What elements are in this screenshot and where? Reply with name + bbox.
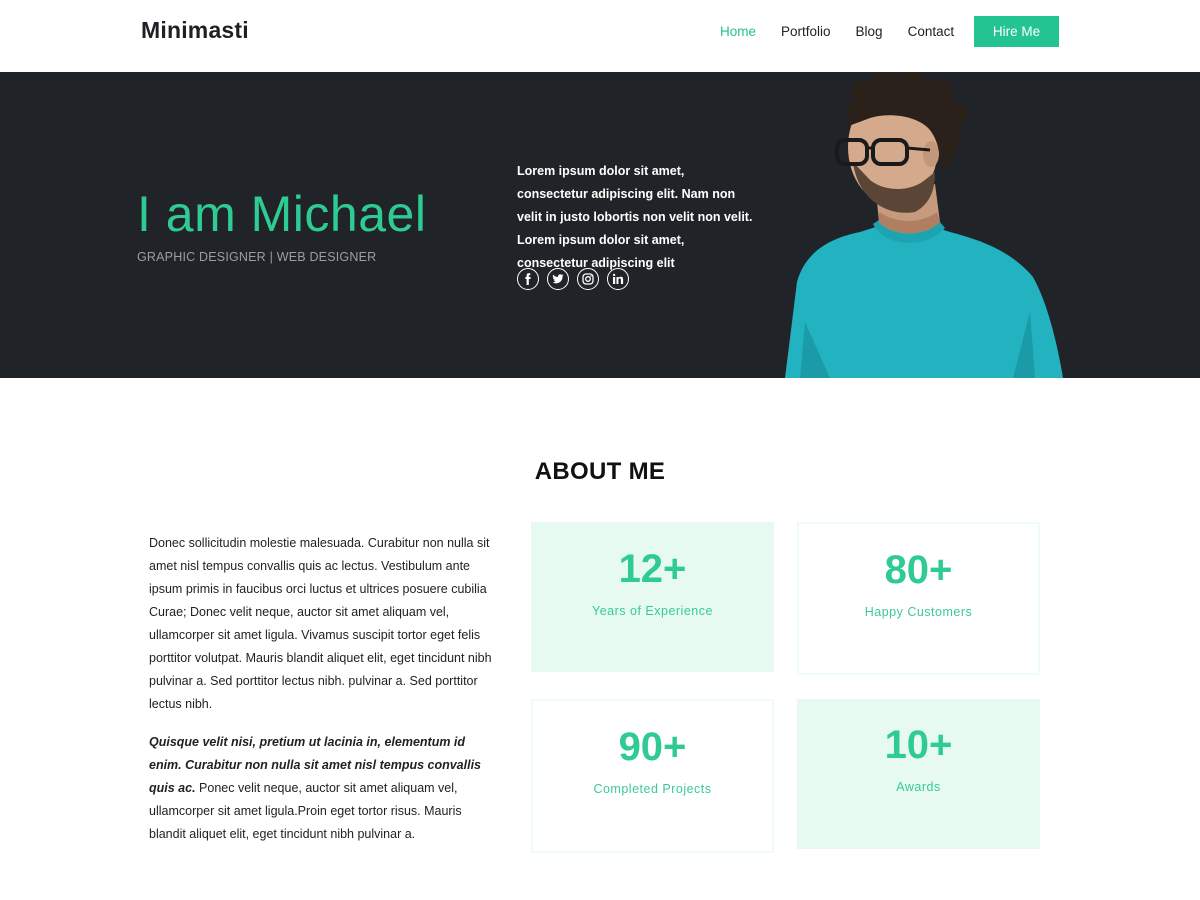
site-header: Minimasti Home Portfolio Blog Contact Hi… (0, 0, 1200, 72)
social-links (517, 268, 637, 290)
stat-card-awards: 10+ Awards (797, 699, 1040, 849)
nav-portfolio-link[interactable]: Portfolio (781, 23, 831, 41)
about-title: ABOUT ME (534, 458, 666, 485)
stat-value: 80+ (884, 548, 953, 592)
stat-value: 10+ (884, 723, 953, 767)
stat-value: 12+ (618, 547, 687, 591)
stat-label: Completed Projects (593, 782, 712, 796)
nav-home-link[interactable]: Home (720, 23, 756, 41)
hire-me-button[interactable]: Hire Me (974, 16, 1059, 47)
nav-blog-link[interactable]: Blog (856, 23, 883, 41)
main-nav: Home Portfolio Blog Contact (720, 23, 979, 41)
facebook-icon[interactable] (517, 268, 539, 290)
hero-description: Lorem ipsum dolor sit amet, consectetur … (517, 164, 753, 270)
instagram-icon[interactable] (577, 268, 599, 290)
stat-label: Happy Customers (864, 605, 973, 619)
about-paragraph-1: Donec sollicitudin molestie malesuada. C… (149, 536, 492, 711)
stat-value: 90+ (618, 725, 687, 769)
stat-label: Years of Experience (592, 604, 713, 618)
portrait-image (785, 72, 1063, 378)
twitter-icon[interactable] (547, 268, 569, 290)
stat-card-customers: 80+ Happy Customers (797, 522, 1040, 675)
about-text: Donec sollicitudin molestie malesuada. C… (149, 532, 494, 861)
stat-card-projects: 90+ Completed Projects (531, 699, 774, 853)
hero-subtitle: GRAPHIC DESIGNER | WEB DESIGNER (137, 250, 377, 264)
about-paragraph-2-text: Ponec velit neque, auctor sit amet aliqu… (149, 781, 462, 841)
stat-card-experience: 12+ Years of Experience (531, 522, 774, 672)
about-paragraph-2: Quisque velit nisi, pretium ut lacinia i… (149, 731, 494, 846)
nav-contact-link[interactable]: Contact (908, 23, 955, 41)
stat-label: Awards (896, 780, 941, 794)
site-logo[interactable]: Minimasti (141, 17, 249, 44)
linkedin-icon[interactable] (607, 268, 629, 290)
hero-title: I am Michael (137, 186, 427, 242)
hero-section: I am Michael GRAPHIC DESIGNER | WEB DESI… (0, 72, 1200, 378)
